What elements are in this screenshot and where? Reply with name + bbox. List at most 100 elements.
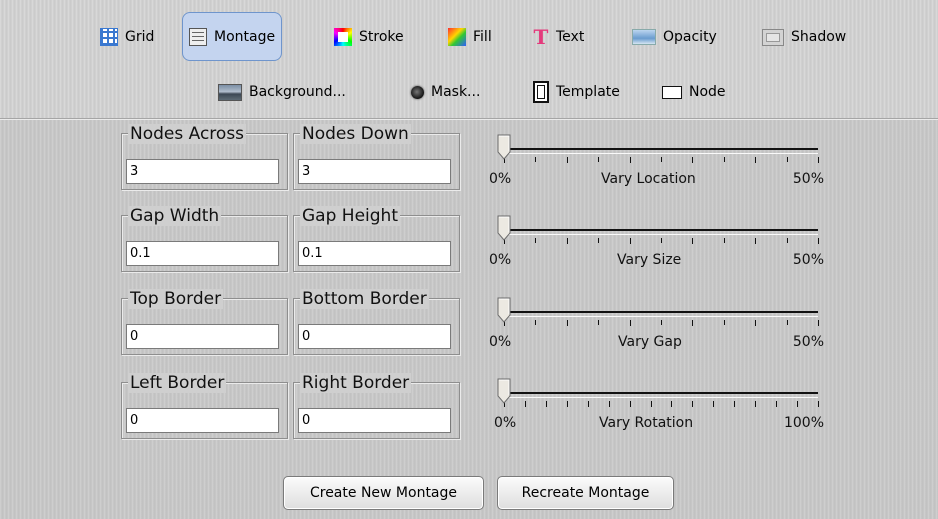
slider-track[interactable] — [504, 148, 818, 154]
vary-rotation-slider: 0% Vary Rotation 100% — [489, 370, 829, 440]
right-border-legend: Right Border — [300, 373, 412, 393]
toolbar-text-label: Text — [556, 29, 585, 45]
slider-tick — [787, 320, 788, 325]
left-border-legend: Left Border — [128, 373, 227, 393]
toolbar-node-label: Node — [689, 84, 726, 100]
toolbar-montage-button[interactable]: Montage — [182, 12, 283, 61]
toolbar-montage-label: Montage — [214, 28, 276, 45]
slider-tick — [776, 401, 777, 407]
slider-tick — [630, 320, 631, 326]
right-border-input[interactable] — [298, 408, 451, 433]
slider-tick — [598, 157, 599, 162]
vary-location-max-label: 50% — [792, 171, 824, 187]
vary-location-label: Vary Location — [601, 171, 696, 187]
bottom-border-input[interactable] — [298, 324, 451, 349]
toolbar-background-button[interactable]: Background... — [212, 77, 352, 107]
nodes-across-group: Nodes Across — [121, 124, 288, 190]
toolbar-shadow-label: Shadow — [791, 29, 847, 45]
nodes-across-legend: Nodes Across — [128, 124, 247, 144]
gap-width-group: Gap Width — [121, 206, 288, 272]
slider-tick — [609, 401, 610, 407]
slider-tick — [692, 157, 693, 163]
slider-tick — [692, 238, 693, 244]
gap-width-legend: Gap Width — [128, 206, 222, 226]
toolbar-stroke-button[interactable]: Stroke — [328, 22, 410, 52]
slider-tick — [724, 320, 725, 325]
nodes-down-group: Nodes Down — [293, 124, 460, 190]
toolbar-background-label: Background... — [249, 84, 346, 100]
toolbar: Grid Montage Stroke Fill T Text Opacity … — [0, 0, 938, 119]
slider-thumb[interactable] — [497, 378, 511, 404]
nodes-down-input[interactable] — [298, 159, 451, 184]
vary-rotation-max-label: 100% — [783, 415, 824, 431]
toolbar-grid-button[interactable]: Grid — [94, 22, 160, 52]
slider-tick — [818, 157, 819, 163]
slider-ticks — [504, 320, 819, 329]
slider-tick — [535, 157, 536, 162]
toolbar-stroke-label: Stroke — [359, 29, 404, 45]
slider-tick — [598, 238, 599, 243]
slider-tick — [661, 238, 662, 243]
slider-tick — [630, 238, 631, 244]
create-new-montage-button[interactable]: Create New Montage — [283, 476, 484, 510]
slider-tick — [692, 401, 693, 407]
vary-size-min-label: 0% — [489, 252, 512, 268]
shadow-icon — [762, 28, 784, 46]
left-border-group: Left Border — [121, 373, 288, 439]
toolbar-fill-label: Fill — [473, 29, 492, 45]
left-border-input[interactable] — [126, 408, 279, 433]
slider-tick — [598, 320, 599, 325]
slider-tick — [724, 157, 725, 162]
fill-icon — [448, 28, 466, 46]
vary-rotation-min-label: 0% — [494, 415, 517, 431]
toolbar-text-button[interactable]: T Text — [527, 22, 590, 52]
grid-icon — [100, 28, 118, 46]
slider-thumb[interactable] — [497, 297, 511, 323]
toolbar-mask-label: Mask... — [431, 84, 481, 100]
nodes-across-input[interactable] — [126, 159, 279, 184]
node-icon — [662, 85, 682, 99]
top-border-input[interactable] — [126, 324, 279, 349]
opacity-icon — [632, 29, 656, 45]
slider-track[interactable] — [504, 392, 818, 398]
gap-width-input[interactable] — [126, 241, 279, 266]
vary-location-slider: 0% Vary Location 50% — [489, 126, 829, 196]
toolbar-template-button[interactable]: Template — [527, 77, 626, 107]
toolbar-fill-button[interactable]: Fill — [442, 22, 498, 52]
slider-tick — [755, 238, 756, 244]
stroke-icon — [334, 28, 352, 46]
slider-tick — [630, 401, 631, 407]
vary-gap-max-label: 50% — [792, 334, 824, 350]
vary-gap-label: Vary Gap — [618, 334, 682, 350]
gap-height-legend: Gap Height — [300, 206, 400, 226]
slider-ticks — [504, 401, 819, 410]
slider-tick — [755, 401, 756, 407]
toolbar-shadow-button[interactable]: Shadow — [756, 22, 852, 52]
slider-tick — [818, 320, 819, 326]
slider-tick — [787, 238, 788, 243]
slider-tick — [797, 401, 798, 407]
slider-tick — [755, 157, 756, 163]
slider-thumb[interactable] — [497, 134, 511, 160]
toolbar-opacity-button[interactable]: Opacity — [626, 22, 723, 52]
slider-thumb[interactable] — [497, 215, 511, 241]
gap-height-input[interactable] — [298, 241, 451, 266]
toolbar-mask-button[interactable]: Mask... — [405, 77, 486, 107]
slider-tick — [567, 320, 568, 326]
slider-track[interactable] — [504, 229, 818, 235]
recreate-montage-button[interactable]: Recreate Montage — [497, 476, 674, 510]
slider-tick — [525, 401, 526, 407]
toolbar-grid-label: Grid — [125, 29, 155, 45]
gap-height-group: Gap Height — [293, 206, 460, 272]
vary-gap-slider: 0% Vary Gap 50% — [489, 289, 829, 359]
top-border-legend: Top Border — [128, 289, 224, 309]
slider-track[interactable] — [504, 311, 818, 317]
mask-icon — [411, 85, 424, 99]
toolbar-node-button[interactable]: Node — [656, 77, 732, 107]
slider-tick — [818, 401, 819, 407]
background-icon — [218, 83, 242, 101]
top-border-group: Top Border — [121, 289, 288, 355]
vary-gap-min-label: 0% — [489, 334, 512, 350]
text-icon: T — [533, 25, 549, 49]
bottom-border-legend: Bottom Border — [300, 289, 429, 309]
